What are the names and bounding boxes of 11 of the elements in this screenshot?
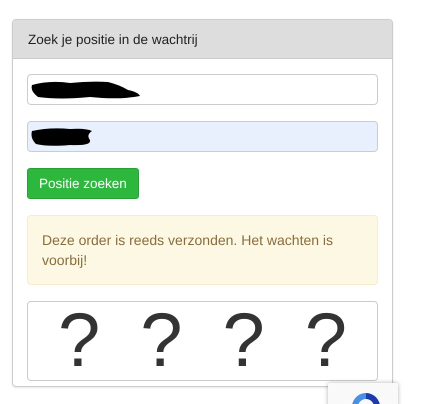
alert-message: Deze order is reeds verzonden. Het wachten is voorbij!: [27, 215, 378, 285]
position-digit: ?: [58, 301, 100, 381]
search-position-button[interactable]: Positie zoeken: [27, 168, 139, 199]
input-field[interactable]: [27, 121, 378, 152]
panel-title: Zoek je positie in de wachtrij: [28, 32, 198, 46]
position-digit: ?: [222, 301, 265, 381]
position-digit: ?: [140, 301, 183, 381]
input-field[interactable]: [27, 74, 378, 105]
redaction-mark: [30, 126, 94, 148]
position-digit: ?: [304, 301, 348, 381]
captcha-badge[interactable]: [328, 383, 398, 404]
